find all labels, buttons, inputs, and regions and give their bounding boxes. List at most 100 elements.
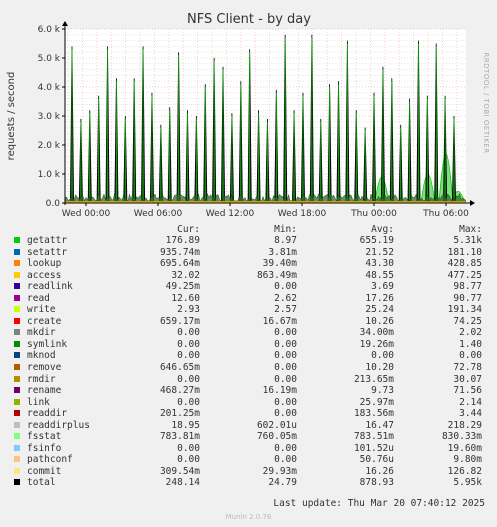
legend-swatch	[14, 294, 20, 301]
x-axis: Wed 00:00 Wed 06:00 Wed 12:00 Wed 18:00 Thu …	[62, 203, 469, 219]
legend-max: 3.44	[459, 408, 482, 420]
legend-min: 29.93m	[262, 465, 297, 477]
legend-avg: 9.73	[371, 385, 394, 397]
legend-max: 0.00	[459, 350, 482, 362]
last-update: Last update: Thu Mar 20 07:40:12 2025	[273, 498, 485, 509]
legend-min: 16.19m	[262, 385, 297, 397]
y-axis: 0.0 1.0 k 2.0 k 3.0 k 4.0 k 5.0 k 6.0 k	[38, 25, 65, 209]
legend-avg: 48.55	[365, 269, 394, 281]
chart-title: NFS Client - by day	[187, 12, 311, 27]
legend-min: 0.00	[274, 442, 297, 454]
legend-swatch	[14, 387, 20, 394]
header-avg: Avg:	[371, 224, 394, 235]
legend-avg: 878.93	[359, 477, 394, 489]
legend-swatch	[14, 306, 20, 313]
legend-label: pathconf	[27, 454, 73, 466]
legend-label: read	[27, 292, 50, 304]
legend-avg: 10.20	[365, 362, 394, 374]
y-tick-label: 2.0 k	[38, 141, 61, 151]
y-tick-label: 3.0 k	[38, 112, 61, 122]
legend-row-readdirplus: readdirplus 18.95 602.01u 16.47 218.29	[12, 420, 490, 432]
legend-swatch	[14, 444, 20, 451]
legend-avg: 25.97m	[359, 396, 394, 408]
legend-label: fsinfo	[27, 442, 62, 454]
legend-swatch	[14, 283, 20, 290]
legend-row-read: read 12.60 2.62 17.26 90.77	[12, 293, 490, 305]
y-axis-arrow	[62, 21, 68, 26]
legend-min: 0.00	[274, 350, 297, 362]
legend-cur: 468.27m	[159, 385, 200, 397]
legend-label: getattr	[27, 235, 68, 246]
legend-swatch	[14, 433, 20, 440]
legend-label: remove	[27, 362, 62, 374]
legend-avg: 0.00	[371, 350, 394, 362]
legend-swatch	[14, 421, 20, 428]
legend-avg: 50.76u	[359, 454, 394, 466]
legend-row-total: total 248.14 24.79 878.93 5.95k	[12, 477, 490, 489]
legend-label: rename	[27, 385, 62, 397]
legend-cur: 0.00	[177, 338, 200, 350]
legend-avg: 25.24	[365, 304, 394, 316]
y-tick-label: 4.0 k	[38, 83, 61, 93]
legend-label: mknod	[27, 350, 56, 362]
legend-min: 863.49m	[256, 269, 297, 281]
y-tick-label: 1.0 k	[38, 170, 61, 180]
legend-min: 24.79	[268, 477, 297, 489]
legend-swatch	[14, 271, 20, 278]
legend-min: 0.00	[274, 327, 297, 339]
rrdtool-credit: RRDTOOL / TOBI OETIKER	[482, 52, 490, 153]
legend-min: 602.01u	[256, 419, 297, 431]
legend-min: 2.57	[274, 304, 297, 316]
y-axis-label: requests / second	[6, 72, 17, 161]
legend-row-mknod: mknod 0.00 0.00 0.00 0.00	[12, 350, 490, 362]
legend-cur: 783.81m	[159, 431, 200, 443]
legend-max: 90.77	[453, 292, 482, 304]
legend-max: 5.31k	[453, 235, 482, 246]
legend-avg: 101.52u	[353, 442, 394, 454]
legend-avg: 17.26	[365, 292, 394, 304]
x-tick-label: Wed 12:00	[206, 209, 255, 219]
legend-swatch	[14, 364, 20, 371]
legend-max: 1.40	[459, 338, 482, 350]
legend-swatch	[14, 375, 20, 382]
x-axis-arrow	[470, 200, 475, 206]
legend-max: 191.34	[447, 304, 482, 316]
legend-label: symlink	[27, 338, 68, 350]
legend-row-remove: remove 646.65m 0.00 10.20 72.78	[12, 362, 490, 374]
x-tick-label: Wed 06:00	[134, 209, 183, 219]
legend-cur: 0.00	[177, 442, 200, 454]
legend-cur: 18.95	[171, 419, 200, 431]
legend-row-lookup: lookup 695.64m 39.40m 43.30 428.85	[12, 258, 490, 270]
legend-swatch	[14, 248, 20, 255]
legend-cur: 695.64m	[159, 258, 200, 270]
legend-swatch	[14, 317, 20, 324]
header-min: Min:	[274, 224, 297, 235]
legend-cur: 176.89	[165, 235, 200, 246]
x-tick-label: Thu 06:00	[422, 209, 469, 219]
legend-cur: 0.00	[177, 396, 200, 408]
legend-cur: 2.93	[177, 304, 200, 316]
legend-min: 2.62	[274, 292, 297, 304]
legend-swatch	[14, 479, 20, 486]
legend-avg: 213.65m	[353, 373, 394, 385]
legend-label: setattr	[27, 246, 68, 258]
legend-avg: 21.52	[365, 246, 394, 258]
legend-max: 5.95k	[453, 477, 482, 489]
legend-swatch	[14, 237, 20, 243]
legend-swatch	[14, 352, 20, 359]
legend-avg: 183.56m	[353, 408, 394, 420]
legend-swatch	[14, 340, 20, 347]
legend-min: 0.00	[274, 338, 297, 350]
legend-row-readlink: readlink 49.25m 0.00 3.69 98.77	[12, 281, 490, 293]
legend-swatch	[14, 410, 20, 417]
legend-avg: 10.26	[365, 315, 394, 327]
x-tick-label: Wed 18:00	[278, 209, 327, 219]
legend-swatch	[14, 398, 20, 405]
legend-min: 8.97	[274, 235, 297, 246]
legend-label: mkdir	[27, 327, 56, 339]
legend-cur: 201.25m	[159, 408, 200, 420]
legend-row-rename: rename 468.27m 16.19m 9.73 71.56	[12, 385, 490, 397]
legend-max: 19.60m	[447, 442, 482, 454]
legend-label: rmdir	[27, 373, 56, 385]
legend-max: 72.78	[453, 362, 482, 374]
